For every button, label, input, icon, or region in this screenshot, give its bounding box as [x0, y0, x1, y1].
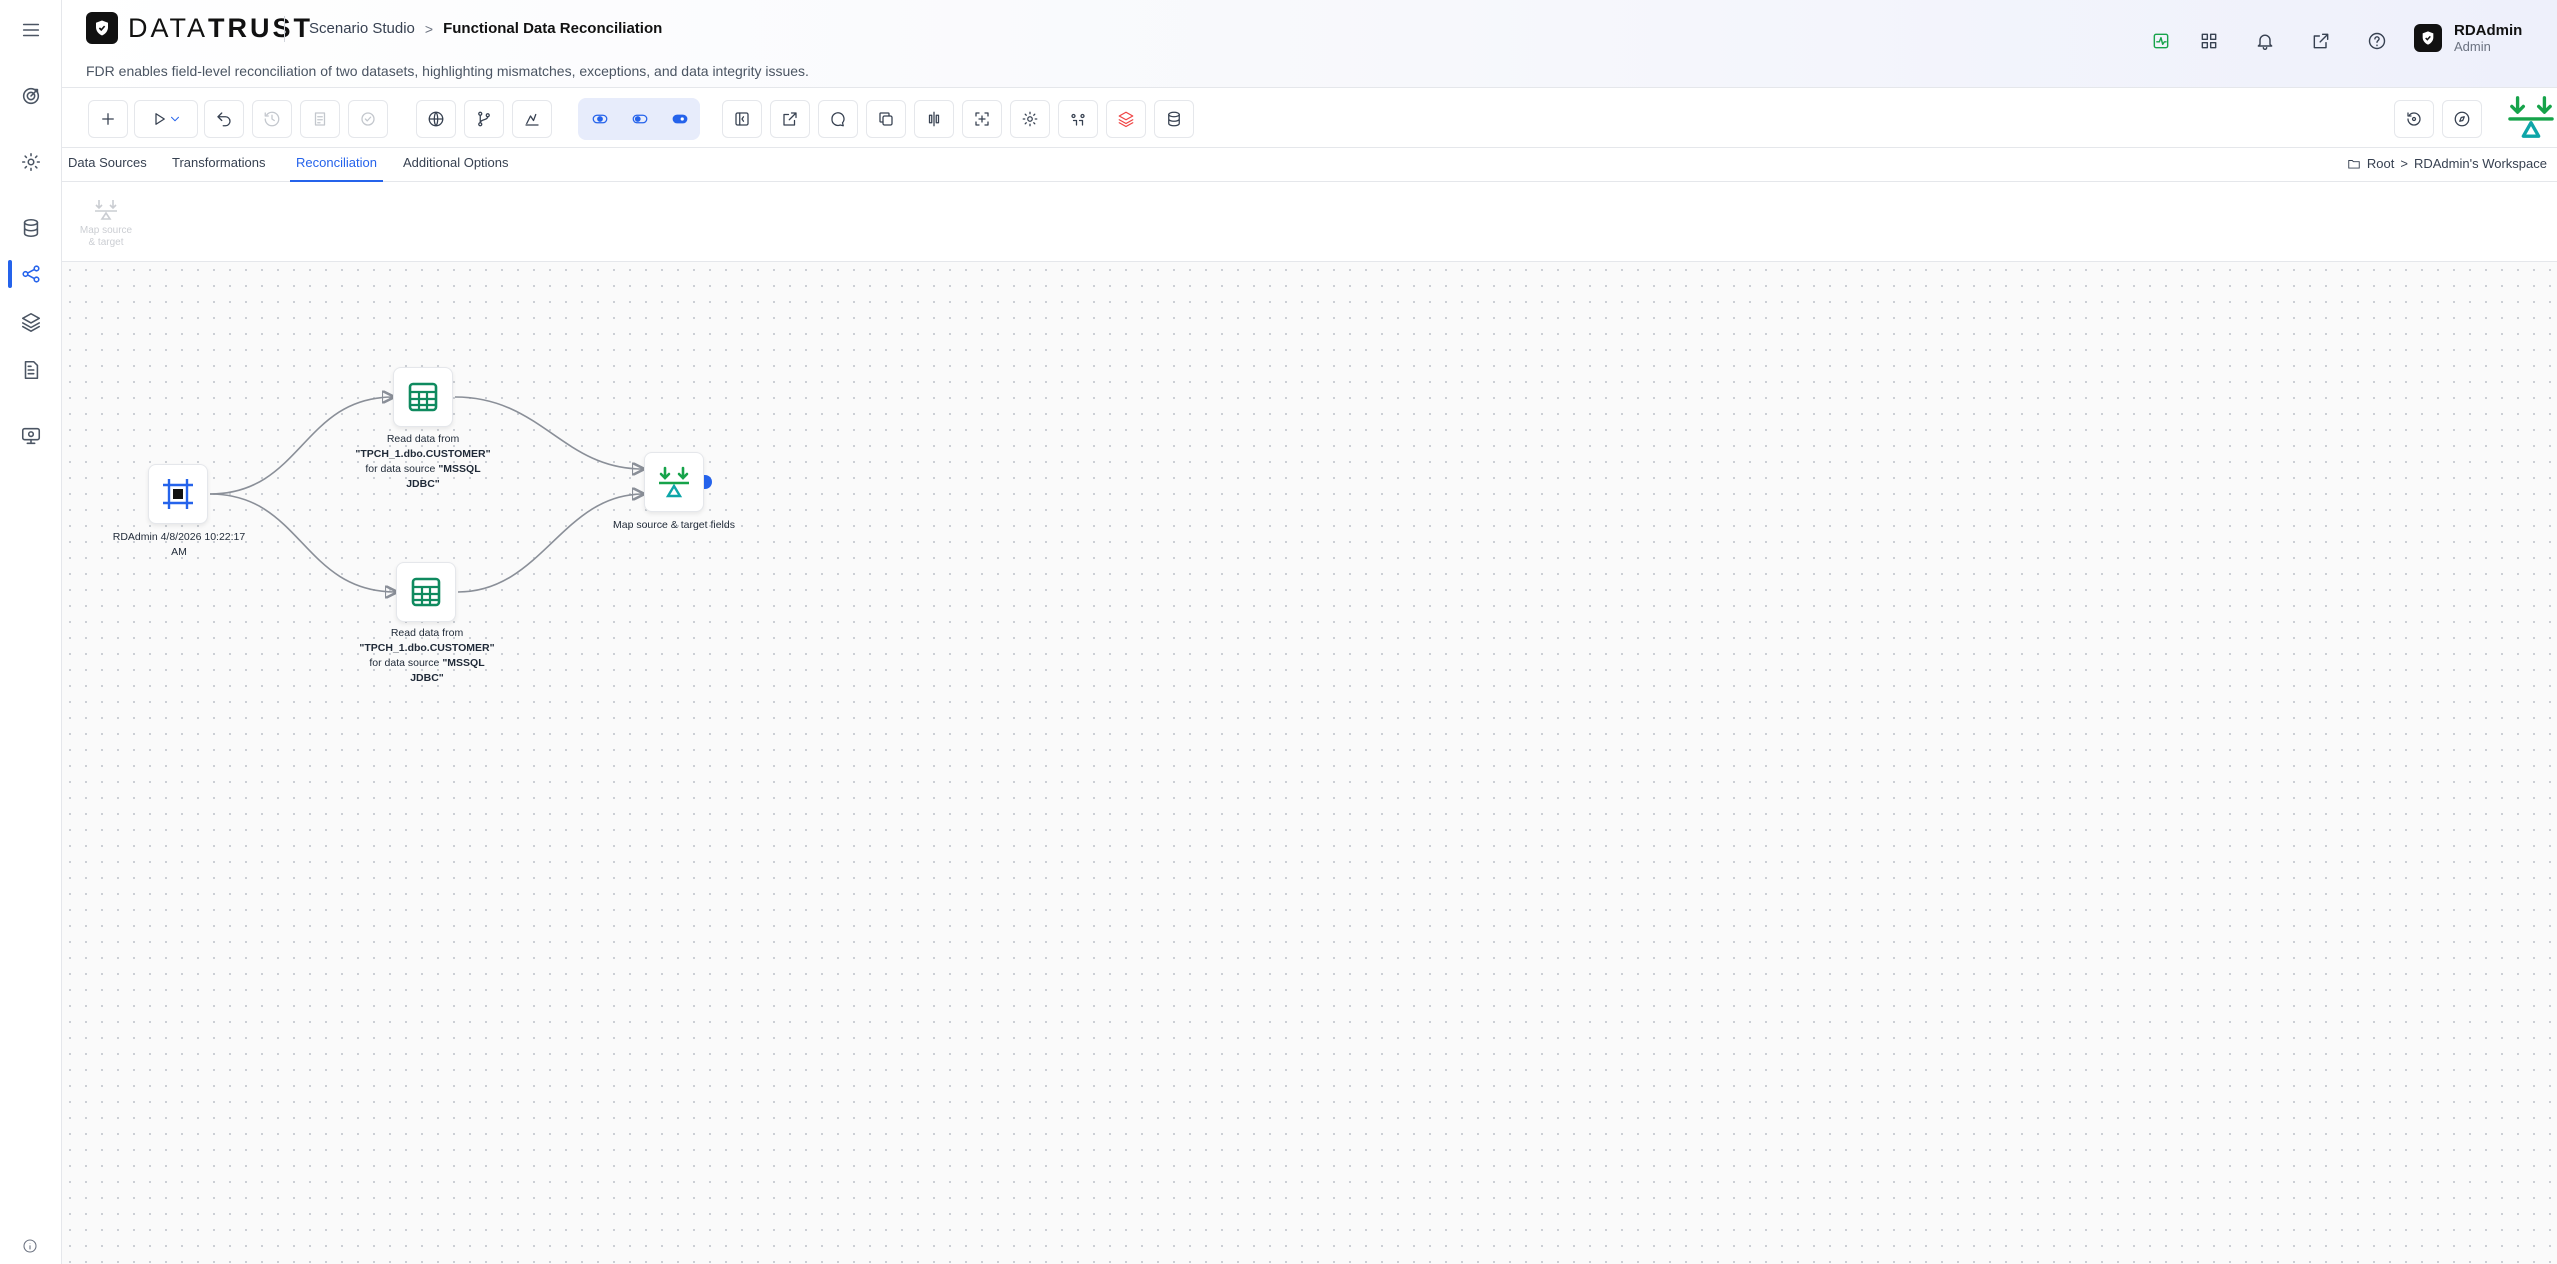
datastore-button[interactable] — [1154, 100, 1194, 138]
grid-icon[interactable] — [2194, 26, 2224, 56]
edge-read-2-to-map — [457, 494, 643, 593]
table-icon — [411, 577, 441, 607]
reconciliation-logo-icon — [2508, 94, 2554, 140]
monitor-settings-icon[interactable] — [13, 418, 49, 454]
restore-button[interactable] — [2394, 100, 2434, 138]
toggle-left-button[interactable] — [580, 100, 620, 138]
run-button[interactable] — [134, 100, 198, 138]
read-node-1-label: Read data from "TPCH_1.dbo.CUSTOMER" for… — [355, 433, 491, 490]
start-node[interactable] — [148, 464, 208, 524]
palette-item-map[interactable]: Map source & target — [76, 198, 136, 249]
toggle-center-button[interactable] — [620, 100, 660, 138]
left-nav-rail — [0, 0, 62, 1264]
read-node-2[interactable] — [396, 562, 456, 622]
mapping-button[interactable] — [1058, 100, 1098, 138]
reconcile-icon — [659, 466, 689, 498]
breadcrumb-separator: > — [424, 20, 434, 37]
validate-button[interactable] — [348, 100, 388, 138]
map-fields-node-label: Map source & target fields — [613, 519, 735, 531]
chart-button[interactable] — [512, 100, 552, 138]
workflow-canvas[interactable]: RDAdmin 4/8/2026 10:22:17 AM Read data f… — [62, 262, 2557, 1264]
folder-icon — [2348, 159, 2360, 169]
toggle-right-button[interactable] — [660, 100, 700, 138]
header-divider — [284, 16, 285, 42]
scan-button[interactable] — [962, 100, 1002, 138]
database-icon[interactable] — [13, 210, 49, 246]
workspace-separator: > — [2400, 156, 2408, 171]
tab-data-sources[interactable]: Data Sources — [62, 148, 153, 182]
read-node-2-label: Read data from "TPCH_1.dbo.CUSTOMER" for… — [359, 627, 495, 684]
menu-icon[interactable] — [13, 12, 49, 48]
workspace-path[interactable]: Root > RDAdmin's Workspace — [2347, 156, 2547, 171]
page-title: Functional Data Reconciliation — [443, 20, 663, 37]
user-name: RDAdmin — [2454, 22, 2523, 39]
palette-item-label: Map source & target — [79, 225, 133, 248]
copy-button[interactable] — [866, 100, 906, 138]
branch-button[interactable] — [464, 100, 504, 138]
workflow-icon[interactable] — [13, 256, 49, 292]
help-icon[interactable] — [2362, 26, 2392, 56]
page-subtitle: FDR enables field-level reconciliation o… — [86, 63, 809, 79]
workspace-name: RDAdmin's Workspace — [2413, 156, 2547, 171]
brand-logo[interactable]: DATATRUST — [86, 12, 313, 44]
node-palette: Map source & target — [62, 182, 2557, 262]
stack-button[interactable] — [1106, 100, 1146, 138]
info-icon[interactable] — [20, 1236, 40, 1256]
bell-icon[interactable] — [2250, 26, 2280, 56]
add-button[interactable] — [88, 100, 128, 138]
app-header: DATATRUST Scenario Studio > Functional D… — [62, 0, 2557, 88]
breadcrumb-parent[interactable]: Scenario Studio — [309, 20, 415, 37]
report-icon[interactable] — [13, 352, 49, 388]
layers-icon[interactable] — [13, 304, 49, 340]
comment-button[interactable] — [818, 100, 858, 138]
shield-icon — [86, 12, 118, 44]
tab-transformations[interactable]: Transformations — [166, 148, 271, 182]
compass-button[interactable] — [2442, 100, 2482, 138]
compare-button[interactable] — [914, 100, 954, 138]
history-button[interactable] — [252, 100, 292, 138]
start-node-label: RDAdmin 4/8/2026 10:22:17 AM — [112, 531, 246, 558]
workspace-root: Root — [2366, 156, 2395, 171]
panel-button[interactable] — [722, 100, 762, 138]
export-button[interactable] — [770, 100, 810, 138]
activity-icon[interactable] — [2146, 26, 2176, 56]
document-button[interactable] — [300, 100, 340, 138]
toolbar — [62, 88, 2557, 148]
breadcrumb: Scenario Studio > Functional Data Reconc… — [309, 20, 662, 37]
tab-additional-options[interactable]: Additional Options — [397, 148, 515, 182]
map-fields-node[interactable] — [644, 452, 704, 512]
config-button[interactable] — [1010, 100, 1050, 138]
external-link-icon[interactable] — [2306, 26, 2336, 56]
settings-icon[interactable] — [13, 144, 49, 180]
map-fields-icon — [95, 200, 117, 220]
target-icon[interactable] — [13, 78, 49, 114]
table-icon — [408, 382, 438, 412]
user-role: Admin — [2454, 39, 2491, 54]
tab-reconciliation[interactable]: Reconciliation — [290, 148, 383, 182]
brand-name: DATATRUST — [128, 12, 314, 43]
toggle-group — [578, 98, 700, 140]
tab-bar: Data Sources Transformations Reconciliat… — [62, 148, 2557, 182]
active-indicator — [8, 260, 12, 288]
globe-button[interactable] — [416, 100, 456, 138]
undo-button[interactable] — [204, 100, 244, 138]
read-node-1[interactable] — [393, 367, 453, 427]
frame-icon — [163, 479, 193, 509]
user-menu[interactable]: RDAdmin Admin — [2414, 22, 2522, 54]
avatar — [2414, 24, 2442, 52]
